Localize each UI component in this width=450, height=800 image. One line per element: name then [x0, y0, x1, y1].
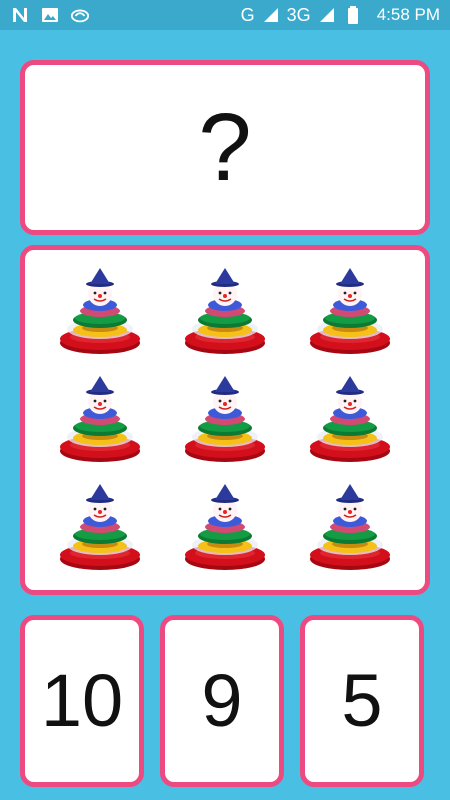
- status-bar: G 3G 4:58 PM: [0, 0, 450, 30]
- answer-option-2[interactable]: 9: [160, 615, 284, 787]
- stacking-ring-toy-icon: [57, 267, 143, 357]
- question-card: ?: [20, 60, 430, 235]
- answer-option-3[interactable]: 5: [300, 615, 424, 787]
- grid-cell: [37, 258, 162, 366]
- cloud-icon: [70, 5, 90, 25]
- stacking-ring-toy-icon: [307, 375, 393, 465]
- grid-cell: [37, 474, 162, 582]
- stacking-ring-toy-icon: [182, 483, 268, 573]
- object-grid: [20, 245, 430, 595]
- image-icon: [40, 5, 60, 25]
- stacking-ring-toy-icon: [57, 375, 143, 465]
- grid-cell: [288, 474, 413, 582]
- grid-cell: [162, 366, 287, 474]
- stacking-ring-toy-icon: [182, 375, 268, 465]
- grid-cell: [162, 258, 287, 366]
- question-mark: ?: [198, 93, 252, 201]
- n-icon: [10, 5, 30, 25]
- grid-cell: [288, 366, 413, 474]
- network-type-3g: 3G: [286, 5, 311, 25]
- signal-icon: [317, 5, 337, 25]
- stacking-ring-toy-icon: [307, 483, 393, 573]
- grid-cell: [162, 474, 287, 582]
- answer-label: 10: [40, 659, 124, 742]
- status-time: 4:58 PM: [376, 5, 440, 24]
- battery-icon: [343, 5, 363, 25]
- network-type-g: G: [240, 5, 255, 25]
- stacking-ring-toy-icon: [182, 267, 268, 357]
- stacking-ring-toy-icon: [57, 483, 143, 573]
- grid-cell: [288, 258, 413, 366]
- status-right-icons: G 3G 4:58 PM: [241, 5, 440, 25]
- answer-label: 9: [201, 659, 243, 742]
- stacking-ring-toy-icon: [307, 267, 393, 357]
- grid-cell: [37, 366, 162, 474]
- answer-option-1[interactable]: 10: [20, 615, 144, 787]
- status-left-icons: [10, 5, 90, 25]
- answer-label: 5: [341, 659, 383, 742]
- signal-icon: [261, 5, 281, 25]
